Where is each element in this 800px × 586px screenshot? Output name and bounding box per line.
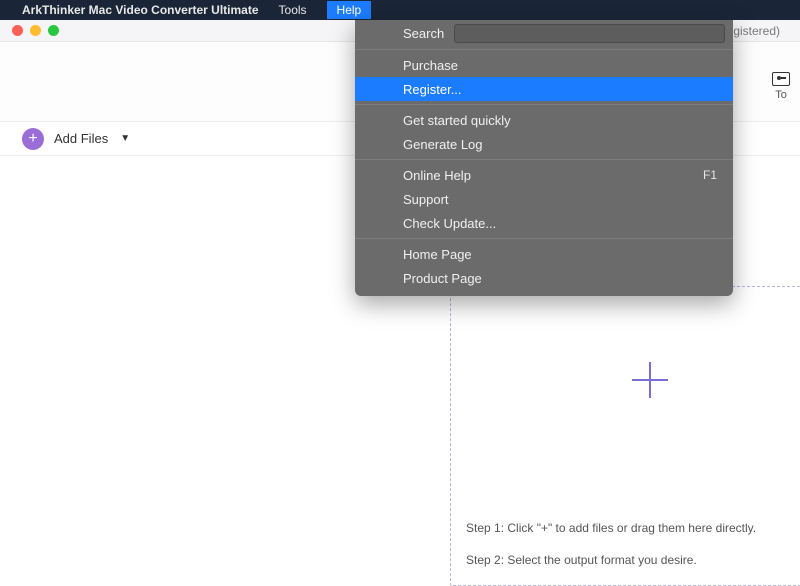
menu-item-get-started[interactable]: Get started quickly	[355, 108, 733, 132]
menu-item-support[interactable]: Support	[355, 187, 733, 211]
menu-item-purchase[interactable]: Purchase	[355, 53, 733, 77]
add-files-plus-icon[interactable]: +	[22, 128, 44, 150]
menu-item-check-update[interactable]: Check Update...	[355, 211, 733, 235]
menu-help[interactable]: Help	[327, 1, 372, 19]
mac-menubar: ArkThinker Mac Video Converter Ultimate …	[0, 0, 800, 20]
toolbox-icon	[772, 72, 790, 86]
menu-item-home-page[interactable]: Home Page	[355, 242, 733, 266]
menu-search-input[interactable]	[454, 24, 725, 43]
menu-separator	[355, 104, 733, 105]
file-dropzone[interactable]: Step 1: Click "+" to add files or drag t…	[450, 286, 800, 586]
close-window-button[interactable]	[12, 25, 23, 36]
menu-item-label: Online Help	[403, 168, 471, 183]
app-name[interactable]: ArkThinker Mac Video Converter Ultimate	[22, 3, 259, 17]
menu-search-label: Search	[403, 26, 444, 41]
registration-status: gistered)	[733, 24, 780, 38]
menu-tools[interactable]: Tools	[273, 1, 313, 19]
step-2-text: Step 2: Select the output format you des…	[466, 553, 756, 567]
toolbox-button[interactable]: To	[772, 72, 790, 101]
instructions: Step 1: Click "+" to add files or drag t…	[466, 521, 756, 585]
menu-item-product-page[interactable]: Product Page	[355, 266, 733, 290]
minimize-window-button[interactable]	[30, 25, 41, 36]
menu-shortcut: F1	[703, 168, 717, 182]
maximize-window-button[interactable]	[48, 25, 59, 36]
menu-search-row: Search	[355, 20, 733, 46]
dropzone-plus-icon[interactable]	[632, 362, 668, 398]
menu-item-generate-log[interactable]: Generate Log	[355, 132, 733, 156]
help-dropdown-menu: Search Purchase Register... Get started …	[355, 20, 733, 296]
step-1-text: Step 1: Click "+" to add files or drag t…	[466, 521, 756, 535]
add-files-chevron-icon[interactable]: ▼	[120, 133, 130, 144]
menu-item-register[interactable]: Register...	[355, 77, 733, 101]
menu-separator	[355, 159, 733, 160]
toolbox-label: To	[772, 89, 790, 101]
menu-item-online-help[interactable]: Online Help F1	[355, 163, 733, 187]
menu-separator	[355, 238, 733, 239]
add-files-label[interactable]: Add Files	[54, 131, 108, 146]
menu-separator	[355, 49, 733, 50]
